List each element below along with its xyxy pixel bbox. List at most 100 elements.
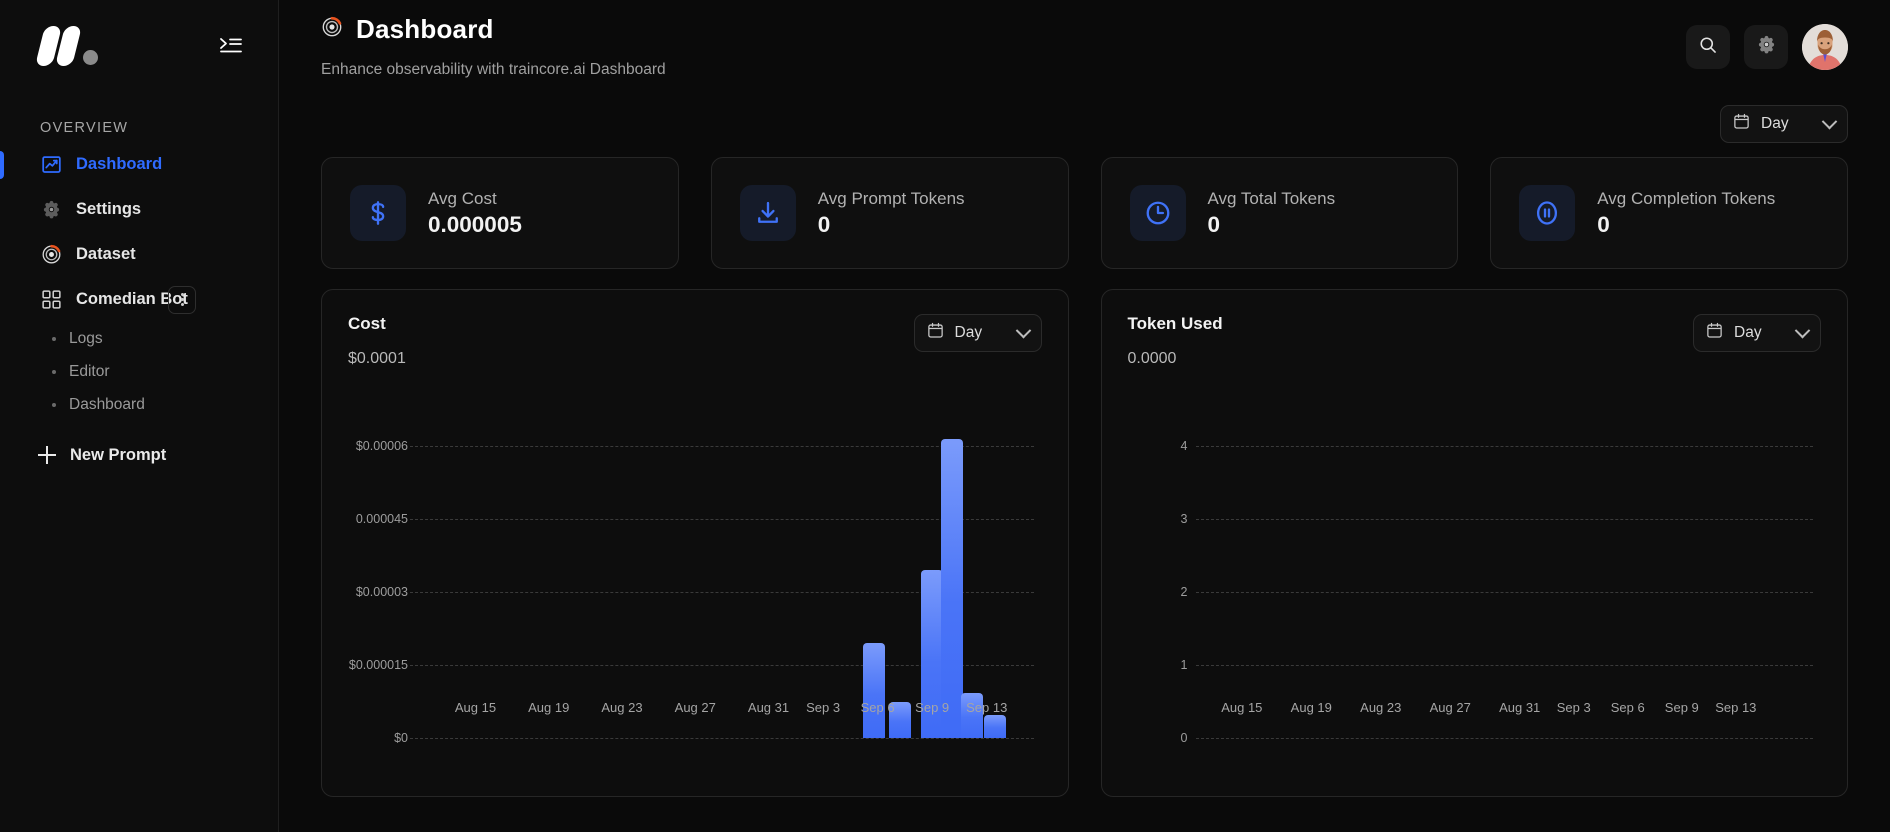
- y-axis-tick-label: 3: [1142, 512, 1188, 526]
- panel-title: Cost: [348, 314, 406, 334]
- gridline: [410, 738, 1034, 739]
- clock-icon: [1130, 185, 1186, 241]
- stat-card-label: Avg Cost: [428, 189, 522, 209]
- stat-card-text: Avg Cost 0.000005: [428, 189, 522, 238]
- sidebar-section-label: OVERVIEW: [0, 92, 278, 142]
- bullet-icon: [52, 403, 56, 407]
- chevron-down-icon: [1015, 322, 1031, 338]
- x-axis-tick-label: Aug 23: [1360, 700, 1401, 715]
- chart-bar[interactable]: [863, 643, 885, 738]
- sidebar-subitem-label: Logs: [69, 330, 103, 348]
- y-axis-tick-label: 0: [1142, 731, 1188, 745]
- dataset-donut-icon: [40, 244, 62, 266]
- stat-card-avg-completion-tokens: Avg Completion Tokens 0: [1490, 157, 1848, 269]
- stat-card-value: 0: [1208, 212, 1336, 238]
- comedian-bot-menu-button[interactable]: [168, 286, 196, 314]
- x-axis-tick-label: Aug 19: [1291, 700, 1332, 715]
- panel-header: Cost $0.0001 Day: [348, 314, 1042, 368]
- y-axis-tick-label: $0.00006: [340, 439, 408, 453]
- y-axis-tick-label: $0.000015: [340, 658, 408, 672]
- stat-card-label: Avg Prompt Tokens: [818, 189, 965, 209]
- panel-cost: Cost $0.0001 Day: [321, 289, 1069, 797]
- gear-icon: [1756, 34, 1777, 60]
- x-axis-tick-label: Aug 31: [748, 700, 789, 715]
- x-axis-tick-label: Aug 19: [528, 700, 569, 715]
- sidebar-item-label: Dataset: [76, 245, 136, 264]
- search-icon: [1698, 35, 1718, 60]
- collapse-sidebar-icon[interactable]: [216, 31, 246, 61]
- range-selector-row: Day: [321, 105, 1848, 143]
- x-axis-tick-label: Aug 15: [455, 700, 496, 715]
- page-title: Dashboard: [321, 14, 666, 45]
- x-axis-tick-label: Sep 6: [861, 700, 895, 715]
- x-axis-tick-label: Aug 27: [1430, 700, 1471, 715]
- stat-card-avg-prompt-tokens: Avg Prompt Tokens 0: [711, 157, 1069, 269]
- chart-bar[interactable]: [941, 439, 963, 738]
- main-content: Dashboard Enhance observability with tra…: [279, 0, 1890, 832]
- gear-icon: [40, 199, 62, 221]
- x-axis-tick-label: Sep 3: [1557, 700, 1591, 715]
- kebab-dot: [181, 298, 184, 301]
- search-button[interactable]: [1686, 25, 1730, 69]
- y-axis-tick-label: 0.000045: [340, 512, 408, 526]
- stat-card-label: Avg Completion Tokens: [1597, 189, 1775, 209]
- sidebar-subitem-logs[interactable]: Logs: [0, 322, 278, 355]
- panel-heading-text: Cost $0.0001: [348, 314, 406, 368]
- user-avatar[interactable]: [1802, 24, 1848, 70]
- panel-token-used: Token Used 0.0000 Day: [1101, 289, 1849, 797]
- chevron-down-icon: [1795, 322, 1811, 338]
- bullet-icon: [52, 370, 56, 374]
- app-root: OVERVIEW Dashboard Settings: [0, 0, 1890, 832]
- grid-squares-icon: [40, 289, 62, 311]
- sidebar-item-settings[interactable]: Settings: [0, 187, 278, 232]
- cost-range-label: Day: [955, 324, 1007, 342]
- x-axis-tick-label: Aug 31: [1499, 700, 1540, 715]
- stat-card-label: Avg Total Tokens: [1208, 189, 1336, 209]
- settings-button[interactable]: [1744, 25, 1788, 69]
- sidebar-header: [0, 0, 278, 92]
- page-title-text: Dashboard: [356, 14, 494, 45]
- y-axis-tick-label: $0: [340, 731, 408, 745]
- top-actions: [1686, 14, 1848, 70]
- x-axis-tick-label: Aug 23: [601, 700, 642, 715]
- page-header: Dashboard Enhance observability with tra…: [321, 14, 666, 79]
- cost-range-selector[interactable]: Day: [914, 314, 1042, 352]
- stat-card-value: 0: [1597, 212, 1775, 238]
- stat-card-avg-cost: Avg Cost 0.000005: [321, 157, 679, 269]
- cost-chart-bars: [410, 410, 1034, 738]
- token-range-label: Day: [1734, 324, 1786, 342]
- sidebar: OVERVIEW Dashboard Settings: [0, 0, 279, 832]
- traincore-mark-icon: [321, 16, 343, 43]
- y-axis-tick-label: 4: [1142, 439, 1188, 453]
- sidebar-subitem-label: Dashboard: [69, 396, 145, 414]
- stat-card-value: 0.000005: [428, 212, 522, 238]
- cost-chart-xaxis: Aug 15Aug 19Aug 23Aug 27Aug 31Sep 3Sep 6…: [410, 700, 1034, 720]
- dollar-icon: [350, 185, 406, 241]
- panel-heading-text: Token Used 0.0000: [1128, 314, 1223, 368]
- y-axis-tick-label: 1: [1142, 658, 1188, 672]
- kebab-dot: [181, 293, 184, 296]
- pause-circle-icon: [1519, 185, 1575, 241]
- token-chart-bars: [1190, 410, 1814, 738]
- x-axis-tick-label: Sep 6: [1611, 700, 1645, 715]
- sidebar-item-label: Dashboard: [76, 155, 162, 174]
- sidebar-subitem-dashboard[interactable]: Dashboard: [0, 388, 278, 421]
- range-selector[interactable]: Day: [1720, 105, 1848, 143]
- bullet-icon: [52, 337, 56, 341]
- token-range-selector[interactable]: Day: [1693, 314, 1821, 352]
- page-subtitle: Enhance observability with traincore.ai …: [321, 61, 666, 79]
- chart-panels: Cost $0.0001 Day: [321, 289, 1848, 797]
- stat-cards: Avg Cost 0.000005 Avg Prompt Tokens 0: [321, 157, 1848, 269]
- sidebar-subitem-editor[interactable]: Editor: [0, 355, 278, 388]
- sidebar-item-comedian-bot[interactable]: Comedian Bot: [0, 277, 278, 322]
- stat-card-text: Avg Total Tokens 0: [1208, 189, 1336, 238]
- range-selector-label: Day: [1761, 115, 1813, 133]
- top-bar: Dashboard Enhance observability with tra…: [321, 0, 1848, 79]
- chart-line-icon: [40, 154, 62, 176]
- new-prompt-label: New Prompt: [70, 446, 166, 465]
- stat-card-text: Avg Prompt Tokens 0: [818, 189, 965, 238]
- sidebar-item-dataset[interactable]: Dataset: [0, 232, 278, 277]
- new-prompt-button[interactable]: New Prompt: [0, 433, 278, 477]
- sidebar-item-dashboard[interactable]: Dashboard: [0, 142, 278, 187]
- sidebar-item-label: Settings: [76, 200, 141, 219]
